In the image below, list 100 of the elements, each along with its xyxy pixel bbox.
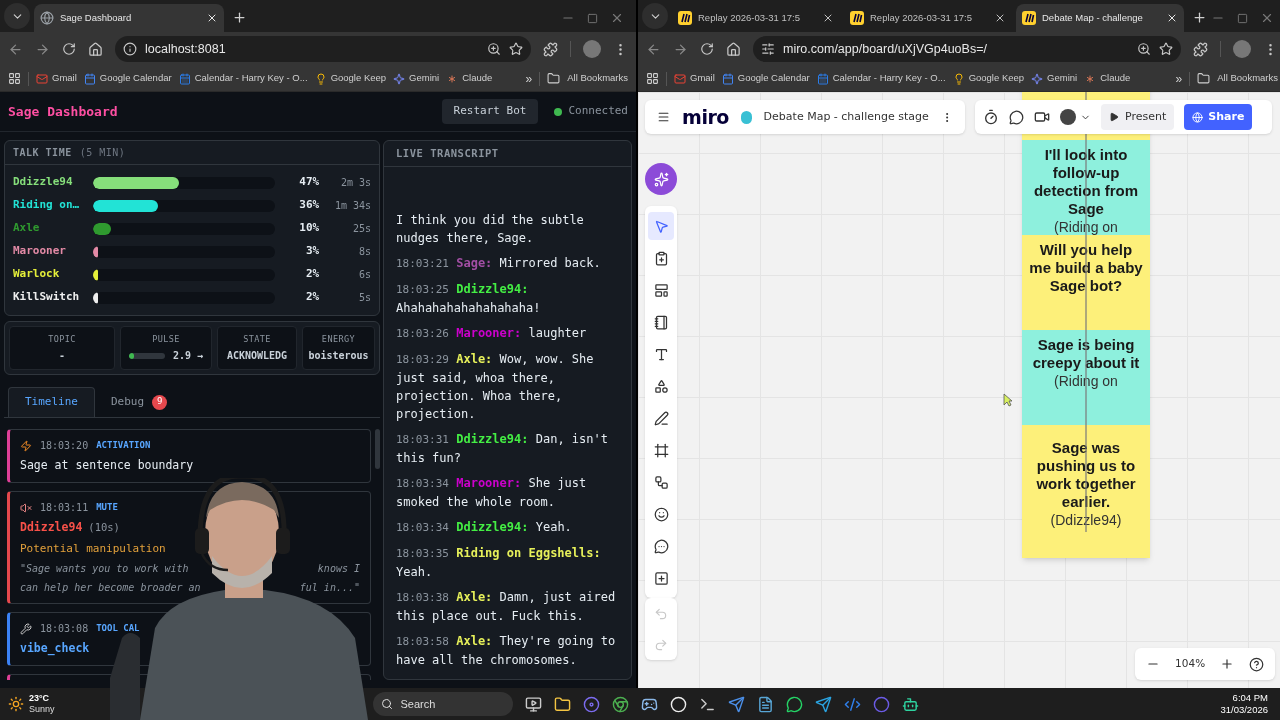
folder-icon[interactable] [1197,72,1211,85]
bookmark-star-icon[interactable] [509,42,523,56]
transcript-entry: 18:03:26 Marooner: laughter [396,325,588,342]
apps-icon[interactable] [646,72,659,85]
forward-icon[interactable] [673,41,688,57]
address-bar[interactable]: localhost:8081 [115,36,531,62]
send-icon[interactable] [727,695,745,713]
talk-percent: 47% [298,174,320,191]
present-button[interactable]: Present [1101,104,1175,130]
new-tab-icon[interactable] [232,10,247,25]
panel-title: LIVE TRANSCRIPT [396,145,499,161]
maximize-icon[interactable] [587,12,598,24]
speaker-name: Axle [13,220,41,237]
bookmark[interactable]: Google Calendar [721,71,810,86]
transcript-entry: 18:03:34 Ddizzle94: Yeah. [396,519,573,536]
close-icon[interactable] [1166,12,1178,24]
zoom-icon[interactable] [487,42,501,56]
new-tab-icon[interactable] [1192,10,1207,25]
close-icon[interactable] [206,12,218,24]
share-button[interactable]: Share [1184,104,1253,130]
scrollbar-thumb [375,429,380,469]
browser-tab[interactable]: Debate Map - challenge [1016,4,1184,32]
miro-logo: miro [682,104,729,130]
panel-tab[interactable]: Timeline [8,387,95,417]
talk-duration: 2m 3s [339,176,371,190]
document-icon[interactable] [756,695,774,713]
close-icon[interactable] [994,12,1006,24]
transcript-entry: 18:03:25 Ddizzle94: Ahahahahahahahahaha! [396,281,542,317]
sparkles-icon[interactable] [653,171,669,187]
bookmark-star-icon[interactable] [1159,42,1173,56]
bookmark[interactable]: Calendar - Harry Key - O... [816,71,946,86]
home-icon[interactable] [726,41,741,57]
lightbulb-icon [952,72,965,85]
restart-bot-button[interactable]: Restart Bot [441,99,539,124]
reload-icon[interactable] [62,42,76,56]
bookmark[interactable]: Gemini [1031,71,1078,86]
browser-tab[interactable]: Sage Dashboard [34,4,224,32]
stat-label: STATE [243,332,271,346]
back-icon[interactable] [8,41,23,57]
more-bookmarks-button[interactable]: » [525,69,533,88]
address-bar[interactable]: miro.com/app/board/uXjVGp4uoBs=/ [753,36,1181,62]
collaborator-avatar[interactable] [1060,109,1091,125]
bookmark[interactable]: Calendar - Harry Key - O... [178,71,308,86]
bookmark[interactable]: Google Calendar [83,71,172,86]
folder-icon[interactable] [553,695,571,713]
reload-icon[interactable] [700,42,714,56]
chrome-icon[interactable] [611,695,629,713]
note-text: I'll look into follow-up detection from Sage [1032,146,1140,218]
weather-widget[interactable]: 23°C Sunny [8,693,55,715]
bookmark[interactable]: Gmail [674,71,715,86]
pointer-icon[interactable] [648,212,674,240]
transcript-entry: 18:03:34 Marooner: She just smoked the whole room. [396,475,588,511]
calendar-icon [178,72,191,85]
event-text: Sage at sentence boundary [20,457,195,474]
mute-duration: (10s) [88,520,120,535]
stat-value: 2.9 → [172,349,204,364]
home-icon[interactable] [88,41,103,57]
code-icon[interactable] [843,695,861,713]
extensions-icon[interactable] [543,41,558,57]
bookmark[interactable]: Google Keep [952,71,1025,86]
profile-avatar[interactable] [583,40,601,58]
chat-icon[interactable] [1009,109,1024,125]
close-icon[interactable] [822,12,834,24]
quote-text: "Sage wants you to work with [20,562,189,576]
task-view-icon[interactable] [524,695,542,713]
bookmark[interactable]: Claude [446,71,493,86]
robot-icon[interactable] [901,695,919,713]
timer-icon[interactable] [983,109,999,125]
search-field[interactable]: Search [372,692,513,716]
note-author: (Riding on [1054,372,1118,390]
bookmark[interactable]: Gemini [393,71,440,86]
clock-time: 6:04 PM [1232,692,1268,704]
note-author: (Ddizzle94) [1050,511,1122,529]
video-icon[interactable] [1034,109,1050,125]
browser-tab[interactable]: Replay 2026-03-31 17:5 [672,4,840,32]
help-icon[interactable] [1248,656,1264,672]
all-bookmarks[interactable]: All Bookmarks [1217,71,1278,86]
more-bookmarks-button[interactable]: » [1175,69,1183,88]
chat-icon[interactable] [785,695,803,713]
zoom-in-icon[interactable] [1219,657,1234,671]
bookmark[interactable]: Claude [1084,71,1131,86]
profile-avatar[interactable] [1233,40,1251,58]
panel-tab[interactable]: Debug 9 [95,387,184,417]
all-bookmarks[interactable]: All Bookmarks [567,71,628,86]
tab-title: Sage Dashboard [60,10,133,25]
disc-icon[interactable] [582,695,600,713]
browser-tab[interactable]: Replay 2026-03-31 17:5 [844,4,1012,32]
zoom-icon[interactable] [1137,42,1151,56]
back-icon[interactable] [646,41,661,57]
forward-icon[interactable] [35,41,50,57]
extensions-icon[interactable] [1193,41,1208,57]
send-icon[interactable] [814,695,832,713]
folder-icon[interactable] [547,72,561,85]
status-text: Connected [568,103,628,120]
board-title[interactable]: Debate Map - challenge stage [763,108,929,126]
speaker-name: Ddizzle94 [13,174,74,191]
bookmark[interactable]: Google Keep [314,71,387,86]
apps-icon[interactable] [8,72,21,85]
maximize-icon[interactable] [1237,12,1248,24]
bookmark[interactable]: Gmail [36,71,77,86]
